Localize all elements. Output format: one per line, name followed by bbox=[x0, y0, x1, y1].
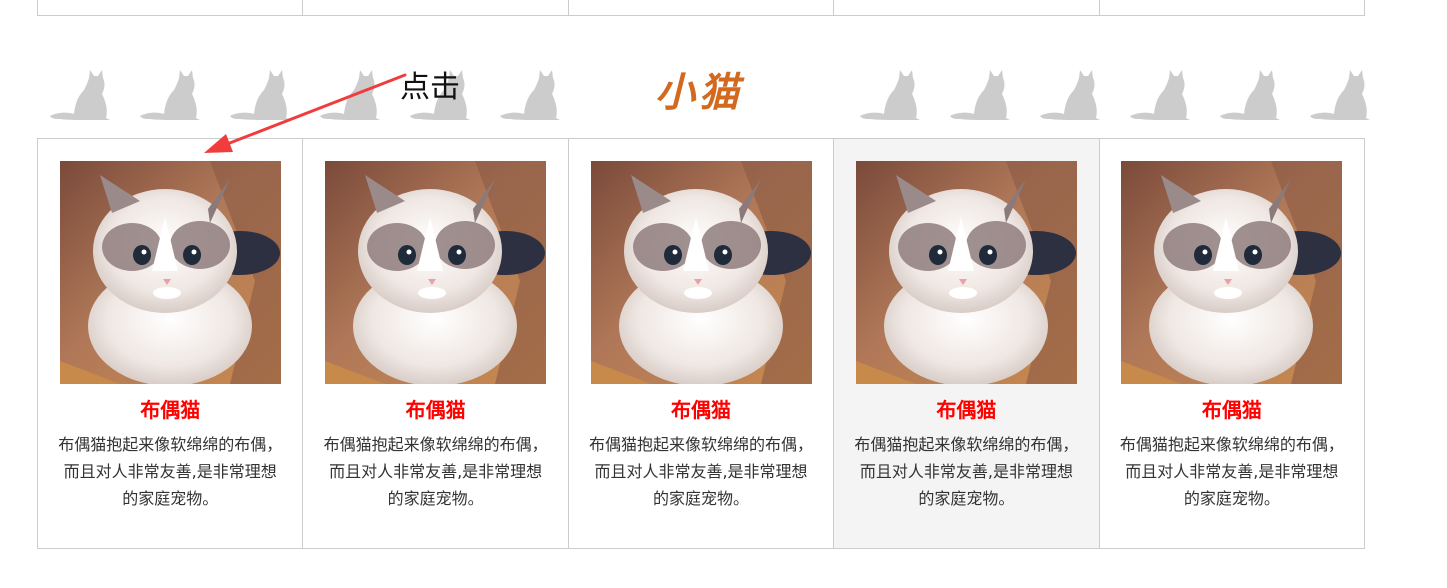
card-title[interactable]: 布偶猫 bbox=[834, 394, 1098, 423]
card-description: 布偶猫抱起来像软绵绵的布偶，而且对人非常友善,是非常理想的家庭宠物。 bbox=[589, 435, 814, 508]
cat-photo[interactable] bbox=[590, 161, 812, 384]
previous-card[interactable] bbox=[37, 0, 303, 16]
previous-card[interactable] bbox=[833, 0, 1099, 16]
cat-silhouette-icon bbox=[860, 70, 920, 120]
cat-silhouette-icon bbox=[500, 70, 560, 120]
previous-card[interactable] bbox=[302, 0, 568, 16]
cat-silhouette-icon bbox=[1310, 70, 1370, 120]
cat-silhouette-icon bbox=[950, 70, 1010, 120]
card-title[interactable]: 布偶猫 bbox=[38, 394, 302, 423]
product-card[interactable]: 布偶猫布偶猫抱起来像软绵绵的布偶，而且对人非常友善,是非常理想的家庭宠物。 bbox=[833, 139, 1099, 548]
product-card[interactable]: 布偶猫布偶猫抱起来像软绵绵的布偶，而且对人非常友善,是非常理想的家庭宠物。 bbox=[567, 139, 833, 548]
card-description: 布偶猫抱起来像软绵绵的布偶，而且对人非常友善,是非常理想的家庭宠物。 bbox=[323, 435, 548, 508]
product-card[interactable]: 布偶猫布偶猫抱起来像软绵绵的布偶，而且对人非常友善,是非常理想的家庭宠物。 bbox=[1098, 139, 1364, 548]
cat-photo[interactable] bbox=[1121, 161, 1343, 384]
annotation-label: 点击 bbox=[400, 70, 460, 105]
previous-card[interactable] bbox=[567, 0, 834, 16]
card-title[interactable]: 布偶猫 bbox=[303, 394, 567, 423]
cat-photo[interactable] bbox=[325, 161, 547, 384]
cat-silhouette-icon bbox=[320, 70, 380, 120]
cat-silhouette-icon bbox=[50, 70, 110, 120]
card-title[interactable]: 布偶猫 bbox=[569, 394, 833, 423]
section-title: 小猫 bbox=[655, 69, 743, 116]
cat-photo[interactable] bbox=[59, 161, 281, 384]
card-description: 布偶猫抱起来像软绵绵的布偶，而且对人非常友善,是非常理想的家庭宠物。 bbox=[58, 435, 283, 508]
product-card[interactable]: 布偶猫布偶猫抱起来像软绵绵的布偶，而且对人非常友善,是非常理想的家庭宠物。 bbox=[37, 139, 302, 548]
cat-photo[interactable] bbox=[855, 161, 1077, 384]
cat-silhouette-icon bbox=[1040, 70, 1100, 120]
card-description: 布偶猫抱起来像软绵绵的布偶，而且对人非常友善,是非常理想的家庭宠物。 bbox=[854, 435, 1079, 508]
cat-silhouette-icon bbox=[1220, 70, 1280, 120]
cat-silhouette-icon bbox=[1130, 70, 1190, 120]
previous-card[interactable] bbox=[1098, 0, 1366, 16]
cat-silhouette-icon bbox=[230, 70, 290, 120]
card-title[interactable]: 布偶猫 bbox=[1100, 394, 1364, 423]
cat-silhouette-icon bbox=[140, 70, 200, 120]
product-card[interactable]: 布偶猫布偶猫抱起来像软绵绵的布偶，而且对人非常友善,是非常理想的家庭宠物。 bbox=[302, 139, 567, 548]
previous-card-row bbox=[37, 0, 1366, 16]
card-description: 布偶猫抱起来像软绵绵的布偶，而且对人非常友善,是非常理想的家庭宠物。 bbox=[1119, 435, 1344, 508]
product-card-grid: 布偶猫 布偶猫抱起来像软绵绵的布偶，而且对人非常友善,是非常理想的家庭宠物。 布… bbox=[37, 138, 1365, 549]
